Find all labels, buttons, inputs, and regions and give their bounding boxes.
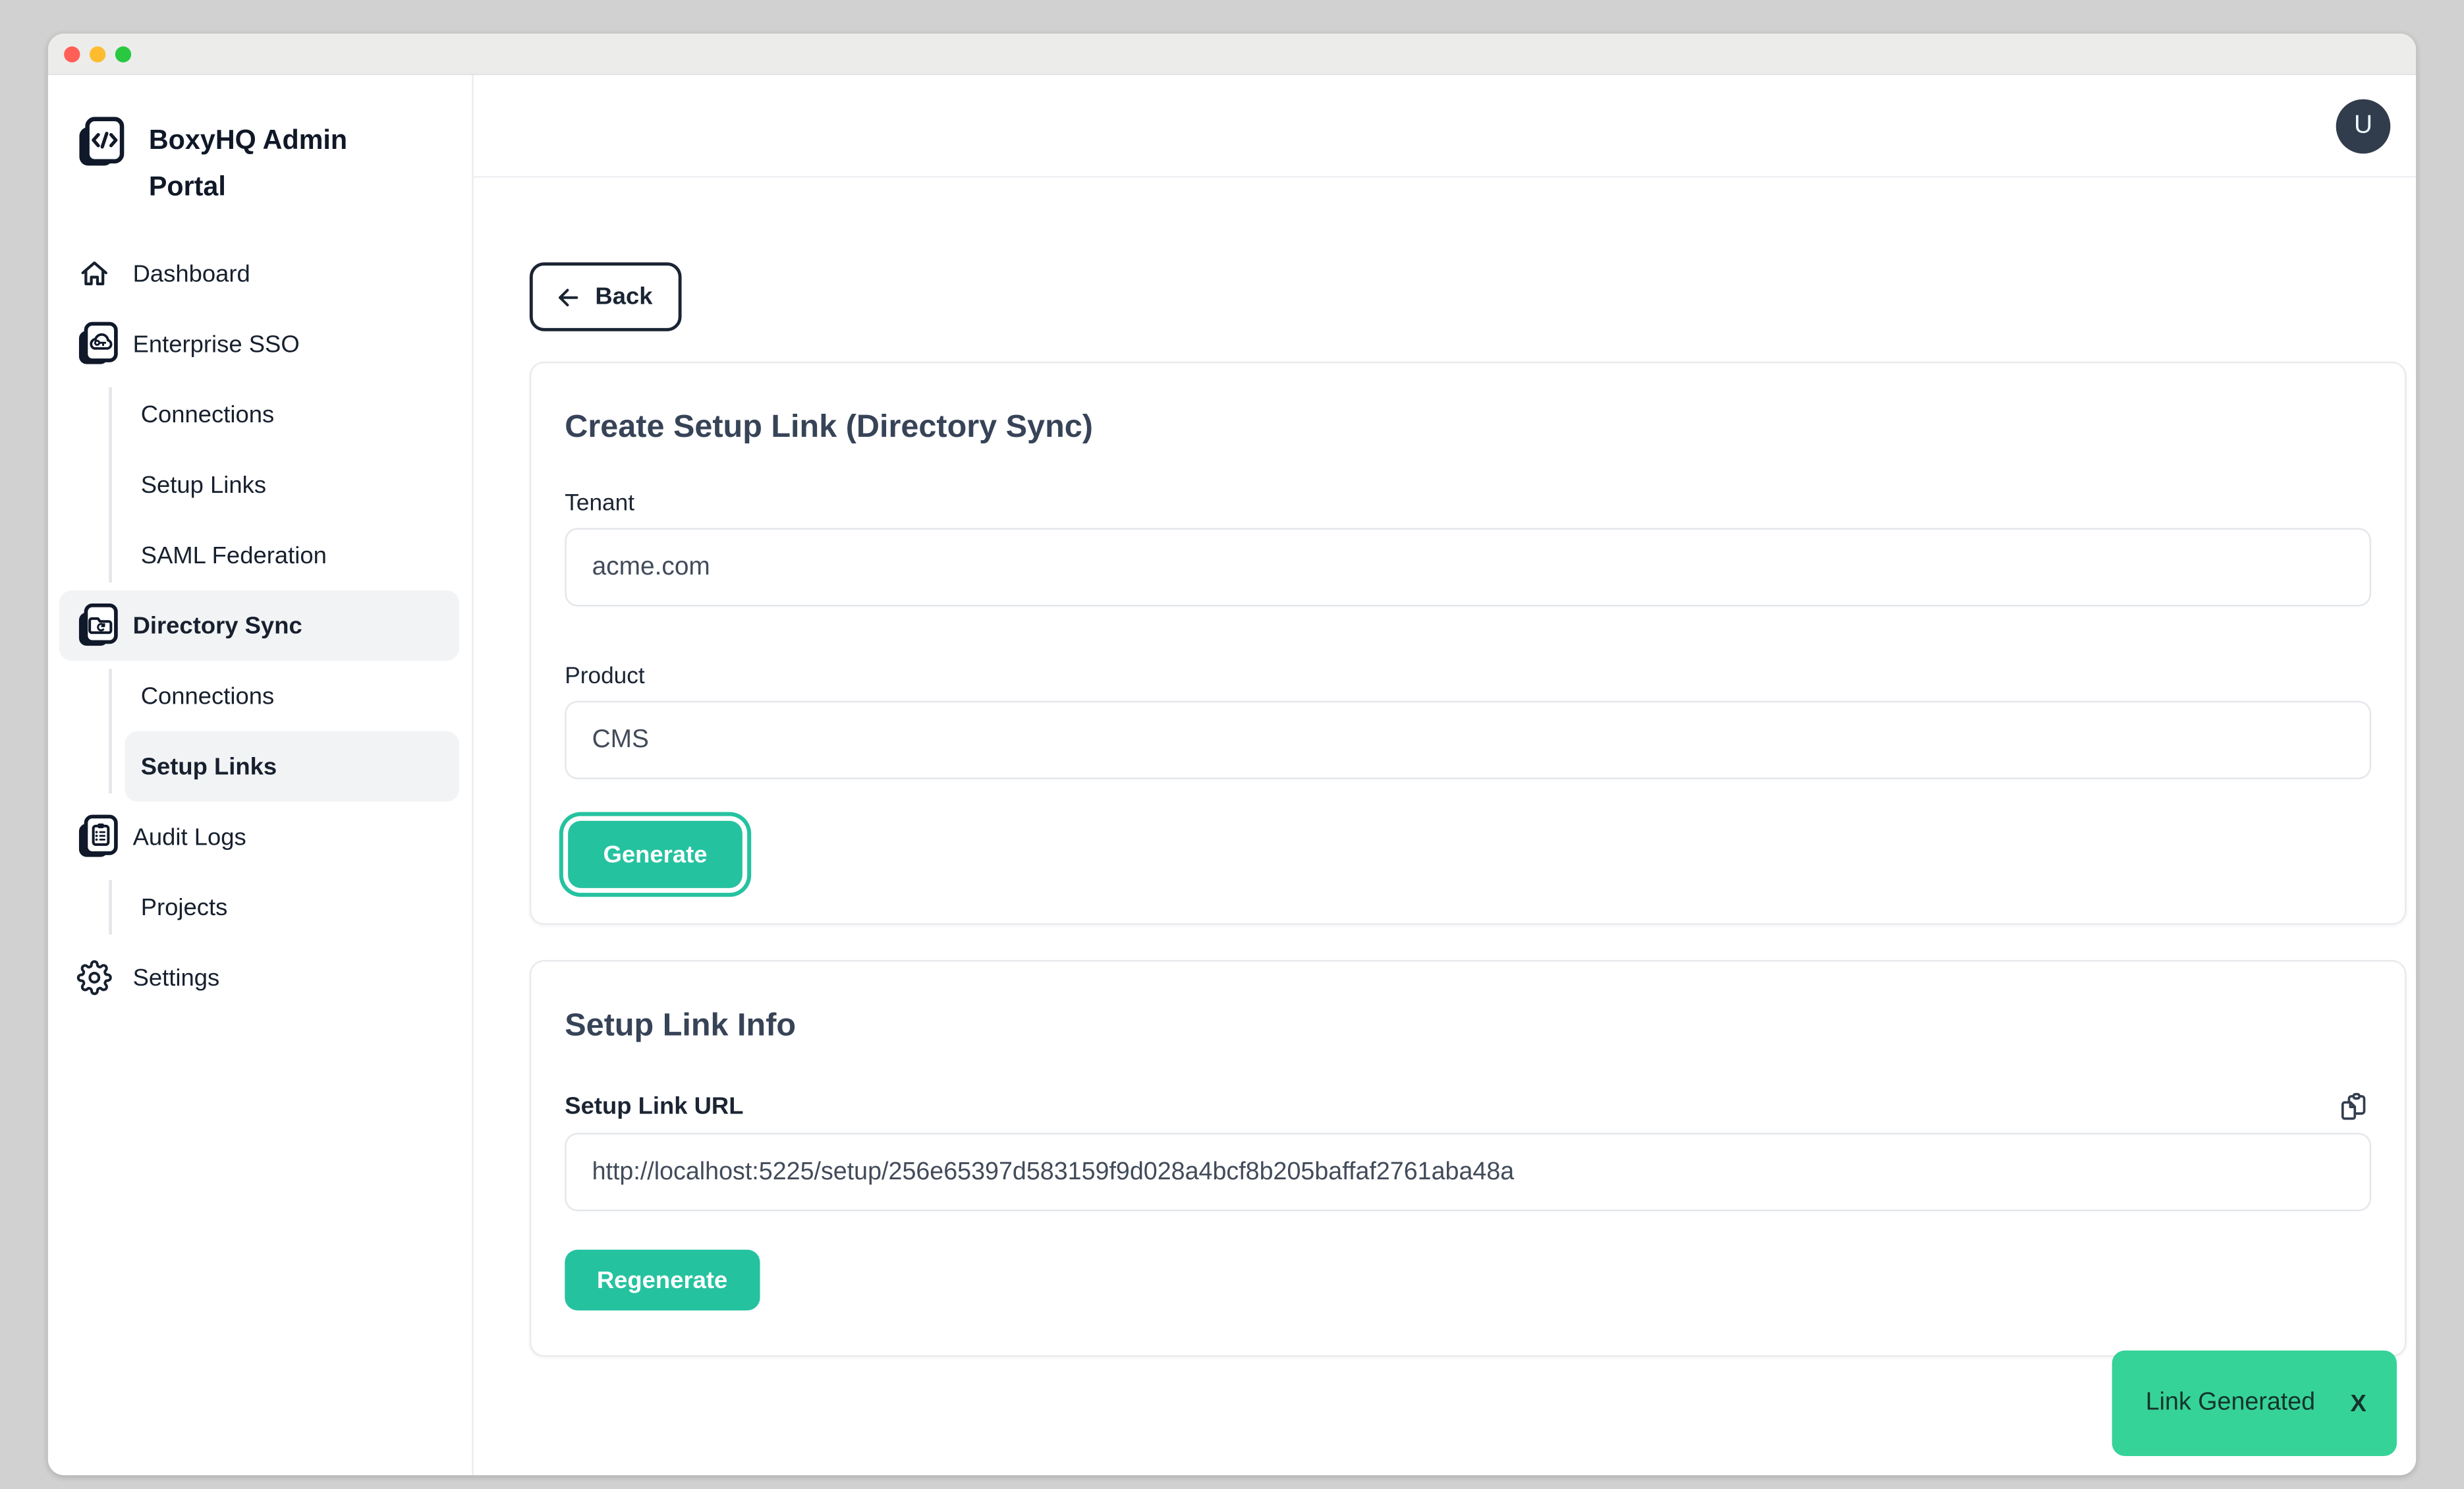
sidebar-subitem-label: Projects xyxy=(141,893,228,920)
setup-link-url-input[interactable] xyxy=(565,1133,2371,1211)
sidebar-item-label: Dashboard xyxy=(133,260,250,287)
brand-logo-link[interactable]: BoxyHQ Admin Portal xyxy=(77,117,450,210)
back-button-label: Back xyxy=(595,283,652,310)
sidebar-subitem-sso-setup-links[interactable]: Setup Links xyxy=(48,449,472,520)
setup-link-url-label: Setup Link URL xyxy=(565,1093,743,1120)
back-button[interactable]: Back xyxy=(530,262,681,331)
sso-cloud-card-icon xyxy=(77,322,119,366)
audit-clipboard-card-icon xyxy=(77,814,119,859)
user-avatar[interactable]: U xyxy=(2336,98,2391,153)
regenerate-button[interactable]: Regenerate xyxy=(565,1250,760,1310)
sidebar-subitem-dsync-setup-links[interactable]: Setup Links xyxy=(125,731,459,802)
desktop-background: BoxyHQ Admin Portal Dashboard xyxy=(0,0,2464,1489)
audit-logs-subnav: Projects xyxy=(48,872,472,943)
sidebar-item-settings[interactable]: Settings xyxy=(48,942,472,1013)
window-titlebar xyxy=(48,34,2416,75)
brand-title: BoxyHQ Admin Portal xyxy=(149,117,389,210)
sidebar: BoxyHQ Admin Portal Dashboard xyxy=(48,75,474,1475)
create-setup-link-card: Create Setup Link (Directory Sync) Tenan… xyxy=(530,362,2407,925)
enterprise-sso-subnav: Connections Setup Links SAML Federation xyxy=(48,379,472,591)
page-content: Back Create Setup Link (Directory Sync) … xyxy=(474,178,2416,1476)
browser-window: BoxyHQ Admin Portal Dashboard xyxy=(48,34,2416,1475)
boxyhq-logo-icon xyxy=(77,117,125,168)
minimize-window-button[interactable] xyxy=(90,45,105,61)
setup-link-info-card: Setup Link Info Setup Link URL xyxy=(530,960,2407,1357)
sidebar-subitem-sso-connections[interactable]: Connections xyxy=(48,379,472,450)
sidebar-item-label: Enterprise SSO xyxy=(133,330,300,357)
sidebar-subitem-saml-federation[interactable]: SAML Federation xyxy=(48,520,472,590)
avatar-initial: U xyxy=(2354,111,2372,140)
sidebar-item-audit-logs[interactable]: Audit Logs xyxy=(48,802,472,872)
tenant-input[interactable] xyxy=(565,528,2371,606)
sidebar-subitem-projects[interactable]: Projects xyxy=(48,872,472,943)
home-icon xyxy=(77,256,112,291)
close-window-button[interactable] xyxy=(64,45,80,61)
sidebar-subitem-label: Setup Links xyxy=(141,471,266,498)
directory-folder-card-icon xyxy=(77,604,119,648)
sidebar-subitem-label: Connections xyxy=(141,683,275,710)
sidebar-nav: Dashboard Enterprise SSO xyxy=(48,239,472,1013)
sidebar-item-label: Settings xyxy=(133,964,220,991)
info-card-title: Setup Link Info xyxy=(565,1003,2371,1048)
sidebar-item-label: Directory Sync xyxy=(133,612,302,639)
sidebar-item-enterprise-sso[interactable]: Enterprise SSO xyxy=(48,309,472,379)
tenant-label: Tenant xyxy=(565,492,2371,517)
main-area: U Back Create Setup Link (D xyxy=(474,75,2416,1475)
sidebar-subitem-label: Setup Links xyxy=(141,753,277,780)
copy-url-button[interactable] xyxy=(2338,1091,2368,1121)
sidebar-subitem-label: SAML Federation xyxy=(141,542,327,569)
toast-message: Link Generated xyxy=(2146,1389,2315,1418)
sidebar-item-directory-sync[interactable]: Directory Sync xyxy=(59,590,459,661)
sidebar-item-dashboard[interactable]: Dashboard xyxy=(48,239,472,309)
clipboard-copy-icon xyxy=(2338,1091,2368,1121)
generate-button-label: Generate xyxy=(603,841,708,868)
product-input[interactable] xyxy=(565,701,2371,779)
toast-close-button[interactable]: X xyxy=(2351,1390,2366,1417)
arrow-left-icon xyxy=(553,283,582,312)
regenerate-button-label: Regenerate xyxy=(597,1266,727,1293)
sidebar-subitem-label: Connections xyxy=(141,401,275,428)
sidebar-subitem-dsync-connections[interactable]: Connections xyxy=(48,661,472,731)
top-bar: U xyxy=(474,75,2416,177)
sidebar-item-label: Audit Logs xyxy=(133,823,246,850)
gear-icon xyxy=(77,960,112,995)
generate-button[interactable]: Generate xyxy=(568,821,742,888)
directory-sync-subnav: Connections Setup Links xyxy=(48,661,472,802)
toast-link-generated: Link Generated X xyxy=(2112,1351,2397,1456)
maximize-window-button[interactable] xyxy=(115,45,131,61)
create-card-title: Create Setup Link (Directory Sync) xyxy=(565,405,2371,449)
product-label: Product xyxy=(565,664,2371,690)
